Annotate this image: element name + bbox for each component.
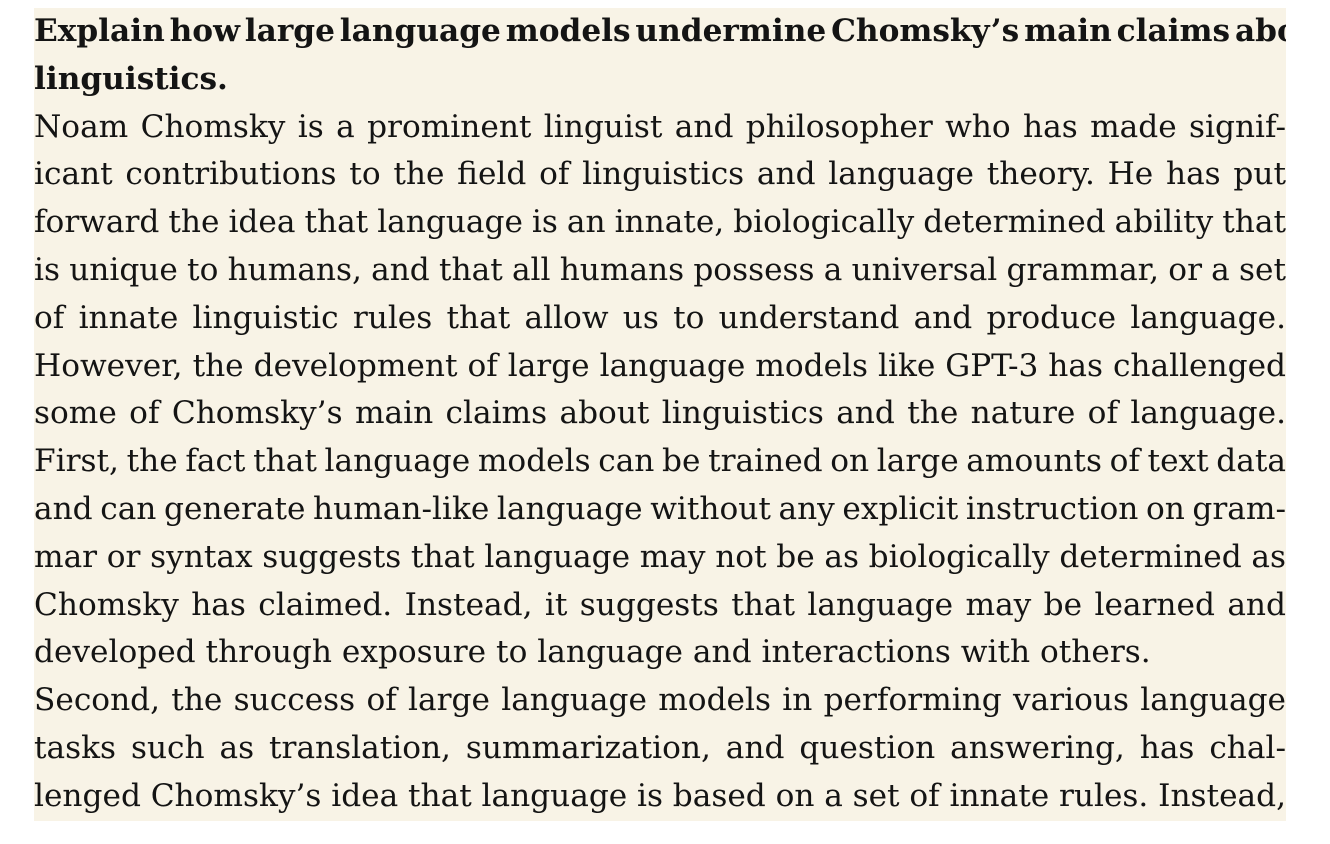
prompt-line: linguistics.: [34, 60, 228, 97]
response-line: Noam Chomsky is a prominent linguist and…: [34, 108, 1286, 145]
response-line: mar or syntax suggests that language may…: [34, 538, 1286, 575]
response-line: is unique to humans, and that all humans…: [34, 251, 1286, 288]
response-line: forward the idea that language is an inn…: [34, 204, 1286, 241]
response-line: lenged Chomsky’s idea that language is b…: [34, 777, 1286, 814]
response-line: of innate linguistic rules that allow us…: [34, 299, 1286, 336]
response-line: developed through exposure to language a…: [34, 634, 1151, 671]
response-line: Chomsky has claimed. Instead, it suggest…: [34, 586, 1286, 623]
highlighted-excerpt: Explain how large language models underm…: [34, 8, 1286, 821]
response-line: some of Chomsky’s main claims about ling…: [34, 395, 1286, 432]
response-line: First, the fact that language models can…: [34, 443, 1286, 480]
response-line: icant contributions to the field of ling…: [34, 156, 1286, 193]
response-line: tasks such as translation, summarization…: [34, 729, 1286, 766]
response-line: and can generate human-like language wit…: [34, 490, 1286, 527]
response-line: However, the development of large langua…: [34, 347, 1286, 384]
response-line: Second, the success of large language mo…: [34, 682, 1286, 719]
prompt-line: Explain how large language models underm…: [34, 13, 1286, 49]
